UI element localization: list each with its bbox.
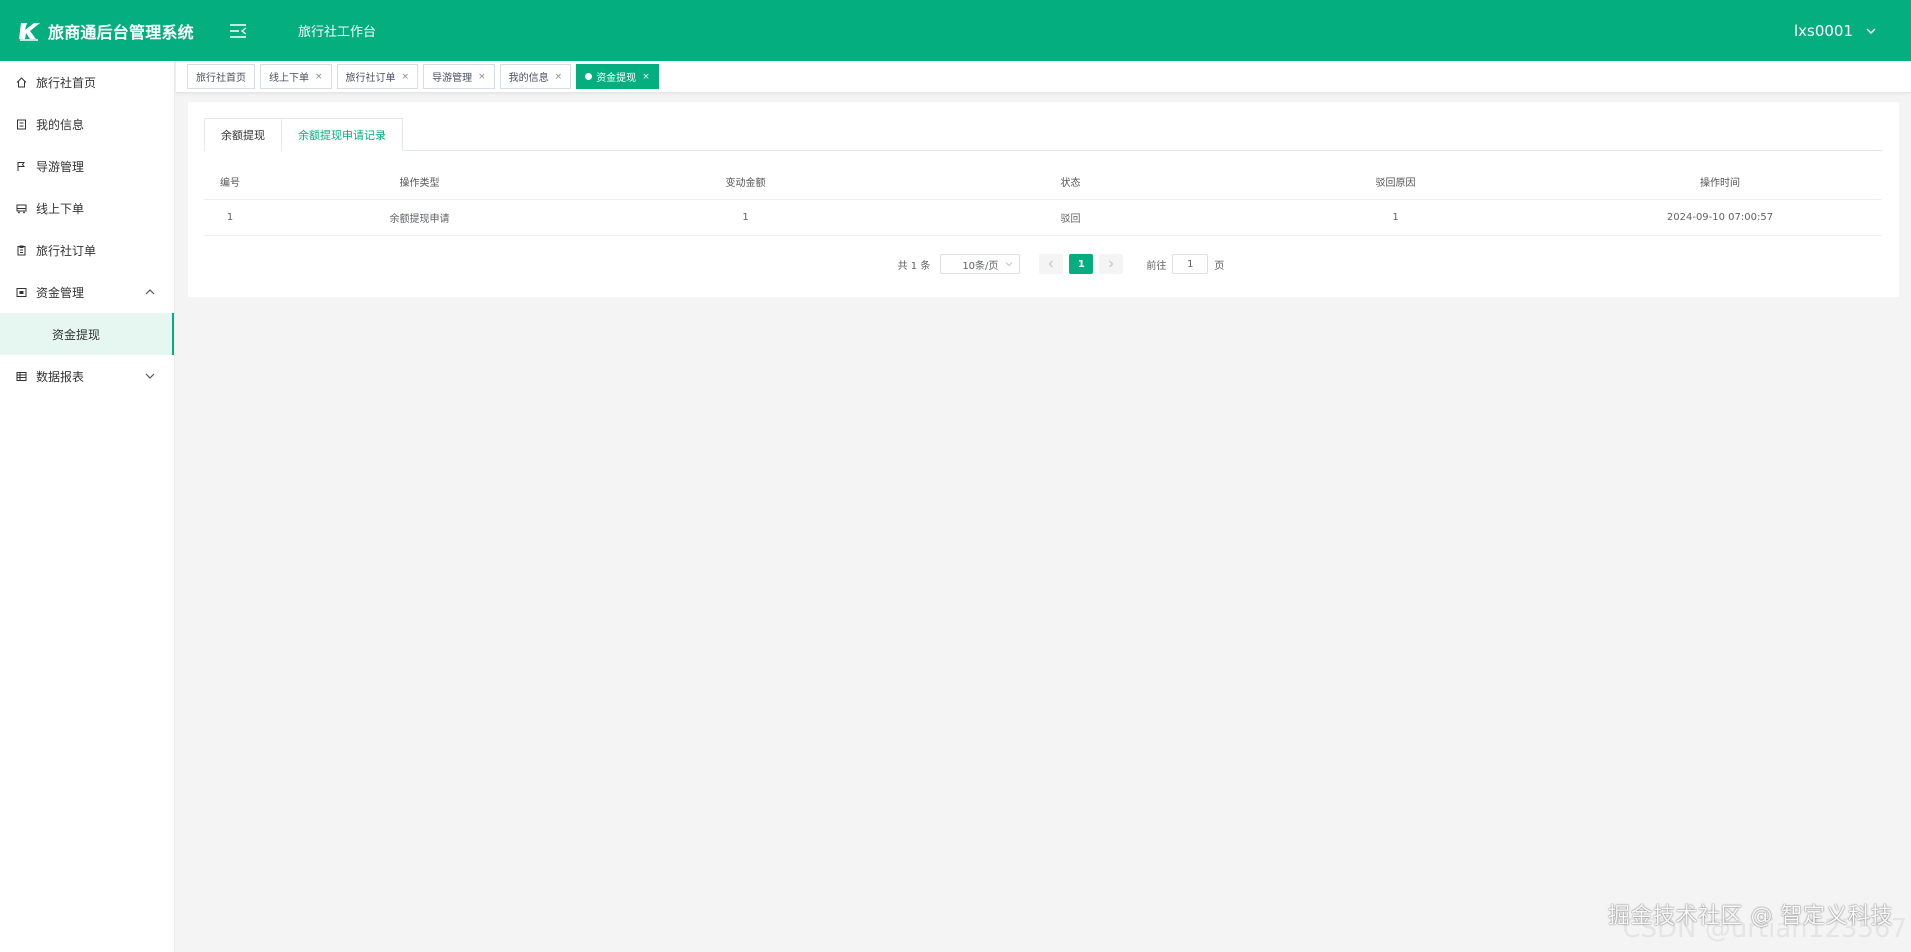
flag-icon [15, 160, 27, 172]
app-title: 旅商通后台管理系统 [48, 22, 194, 42]
close-icon[interactable]: × [315, 72, 323, 82]
chevron-down-icon [1006, 262, 1013, 267]
chevron-down-icon [1866, 28, 1876, 34]
goto-label: 前往 [1146, 260, 1167, 272]
sidebar-subitem-fund-withdrawal[interactable]: 资金提现 [0, 313, 174, 355]
page-size-select[interactable]: 10条/页 [940, 254, 1021, 274]
column-header: 状态 [1060, 178, 1081, 189]
sidebar-item-home[interactable]: 旅行社首页 [0, 61, 174, 103]
sidebar-item-label: 导游管理 [36, 159, 85, 174]
sidebar-subitem-label: 资金提现 [52, 327, 101, 342]
profile-icon [15, 118, 27, 130]
close-icon[interactable]: × [555, 72, 563, 82]
chevron-down-icon [145, 373, 155, 379]
next-page-button[interactable] [1099, 254, 1124, 274]
sidebar-item-fund-management[interactable]: 资金管理 [0, 271, 174, 313]
tab-bar: 余额提现 余额提现申请记录 [204, 118, 1882, 152]
sidebar-item-my-info[interactable]: 我的信息 [0, 103, 174, 145]
tag-label: 我的信息 [508, 73, 549, 84]
tag-fund-withdrawal[interactable]: 资金提现 × [576, 64, 659, 89]
tab-withdrawal-records[interactable]: 余额提现申请记录 [282, 118, 403, 152]
table-cell: 余额提现申请 [389, 214, 450, 225]
active-dot-icon [585, 73, 593, 80]
home-icon [15, 76, 27, 88]
column-header: 驳回原因 [1375, 178, 1416, 189]
sidebar-item-label: 线上下单 [36, 201, 85, 216]
table-row[interactable]: 1 余额提现申请 1 驳回 1 2024-09-10 07:00:57 [204, 200, 1882, 236]
table-cell: 驳回 [1060, 214, 1081, 225]
tab-label: 余额提现 [221, 129, 265, 142]
sidebar-item-agency-orders[interactable]: 旅行社订单 [0, 229, 174, 271]
logo-area[interactable]: 旅商通后台管理系统 [18, 19, 218, 43]
tag-label: 资金提现 [596, 73, 637, 84]
top-header: 旅商通后台管理系统 旅行社工作台 lxs0001 [0, 0, 1911, 61]
workbench-title: 旅行社工作台 [298, 25, 377, 40]
tab-balance-withdrawal[interactable]: 余额提现 [204, 118, 282, 151]
tag-label: 旅行社首页 [196, 73, 246, 84]
sidebar-item-data-report[interactable]: 数据报表 [0, 355, 174, 397]
username-label: lxs0001 [1793, 21, 1853, 40]
juejin-watermark: 掘金技术社区 @ 智定义科技 [1608, 904, 1893, 929]
tag-label: 旅行社订单 [345, 73, 396, 84]
clipboard-icon [15, 244, 27, 256]
tag-agency-home[interactable]: 旅行社首页 [187, 64, 255, 89]
pagination: 共 1 条 10条/页 1 前往 页 [188, 254, 1899, 274]
goto-page-input[interactable] [1172, 254, 1209, 274]
column-header: 操作类型 [399, 178, 440, 189]
sidebar-item-label: 我的信息 [36, 117, 85, 132]
records-table: 编号 操作类型 变动金额 状态 驳回原因 操作时间 1 余额提现申请 1 驳回 … [204, 164, 1882, 236]
tag-label: 导游管理 [432, 73, 473, 84]
sidebar-item-label: 旅行社首页 [36, 75, 97, 90]
pagination-total: 共 1 条 [897, 260, 931, 272]
content-card: 余额提现 余额提现申请记录 编号 操作类型 变动金额 状态 驳回原因 操作时间 … [188, 102, 1899, 297]
user-dropdown[interactable]: lxs0001 [1794, 22, 1877, 40]
close-icon[interactable]: × [642, 72, 650, 82]
table-cell: 1 [226, 212, 234, 223]
tag-my-info[interactable]: 我的信息 × [499, 64, 572, 89]
menu-fold-icon [230, 23, 247, 38]
bus-icon [15, 202, 27, 214]
chevron-up-icon [145, 289, 155, 295]
page-number-button[interactable]: 1 [1069, 254, 1094, 274]
prev-page-button[interactable] [1039, 254, 1064, 274]
page-suffix-label: 页 [1214, 260, 1225, 272]
sidebar: 旅行社首页 我的信息 导游管理 线上下单 旅行社订单 资金管理 资金提现 数据报… [0, 61, 175, 952]
tab-label: 余额提现申请记录 [298, 129, 386, 142]
sidebar-item-label: 资金管理 [36, 285, 85, 300]
column-header: 操作时间 [1700, 178, 1740, 189]
brand-logo-icon [19, 22, 40, 41]
tag-agency-orders[interactable]: 旅行社订单 × [336, 64, 419, 89]
table-cell: 1 [1392, 212, 1399, 223]
close-icon[interactable]: × [402, 72, 410, 82]
table-cell: 1 [742, 212, 749, 223]
report-icon [15, 370, 27, 382]
chevron-left-icon [1049, 260, 1054, 268]
sidebar-item-label: 旅行社订单 [36, 243, 97, 258]
page-size-value: 10条/页 [962, 260, 999, 272]
sidebar-item-label: 数据报表 [36, 369, 85, 384]
tag-label: 线上下单 [269, 73, 309, 84]
tags-view-bar: 旅行社首页 线上下单 × 旅行社订单 × 导游管理 × 我的信息 × 资金提现 … [176, 61, 1911, 93]
chevron-right-icon [1109, 260, 1114, 268]
table-cell: 2024-09-10 07:00:57 [1666, 212, 1774, 223]
column-header: 变动金额 [725, 178, 766, 189]
table-header-row: 编号 操作类型 变动金额 状态 驳回原因 操作时间 [204, 164, 1882, 200]
column-header: 编号 [220, 178, 240, 189]
sidebar-item-online-order[interactable]: 线上下单 [0, 187, 174, 229]
menu-collapse-button[interactable] [228, 22, 248, 40]
sidebar-item-guide-management[interactable]: 导游管理 [0, 145, 174, 187]
close-icon[interactable]: × [478, 72, 486, 82]
tag-guide-management[interactable]: 导游管理 × [423, 64, 495, 89]
tag-online-order[interactable]: 线上下单 × [260, 64, 332, 89]
wallet-icon [15, 286, 27, 298]
